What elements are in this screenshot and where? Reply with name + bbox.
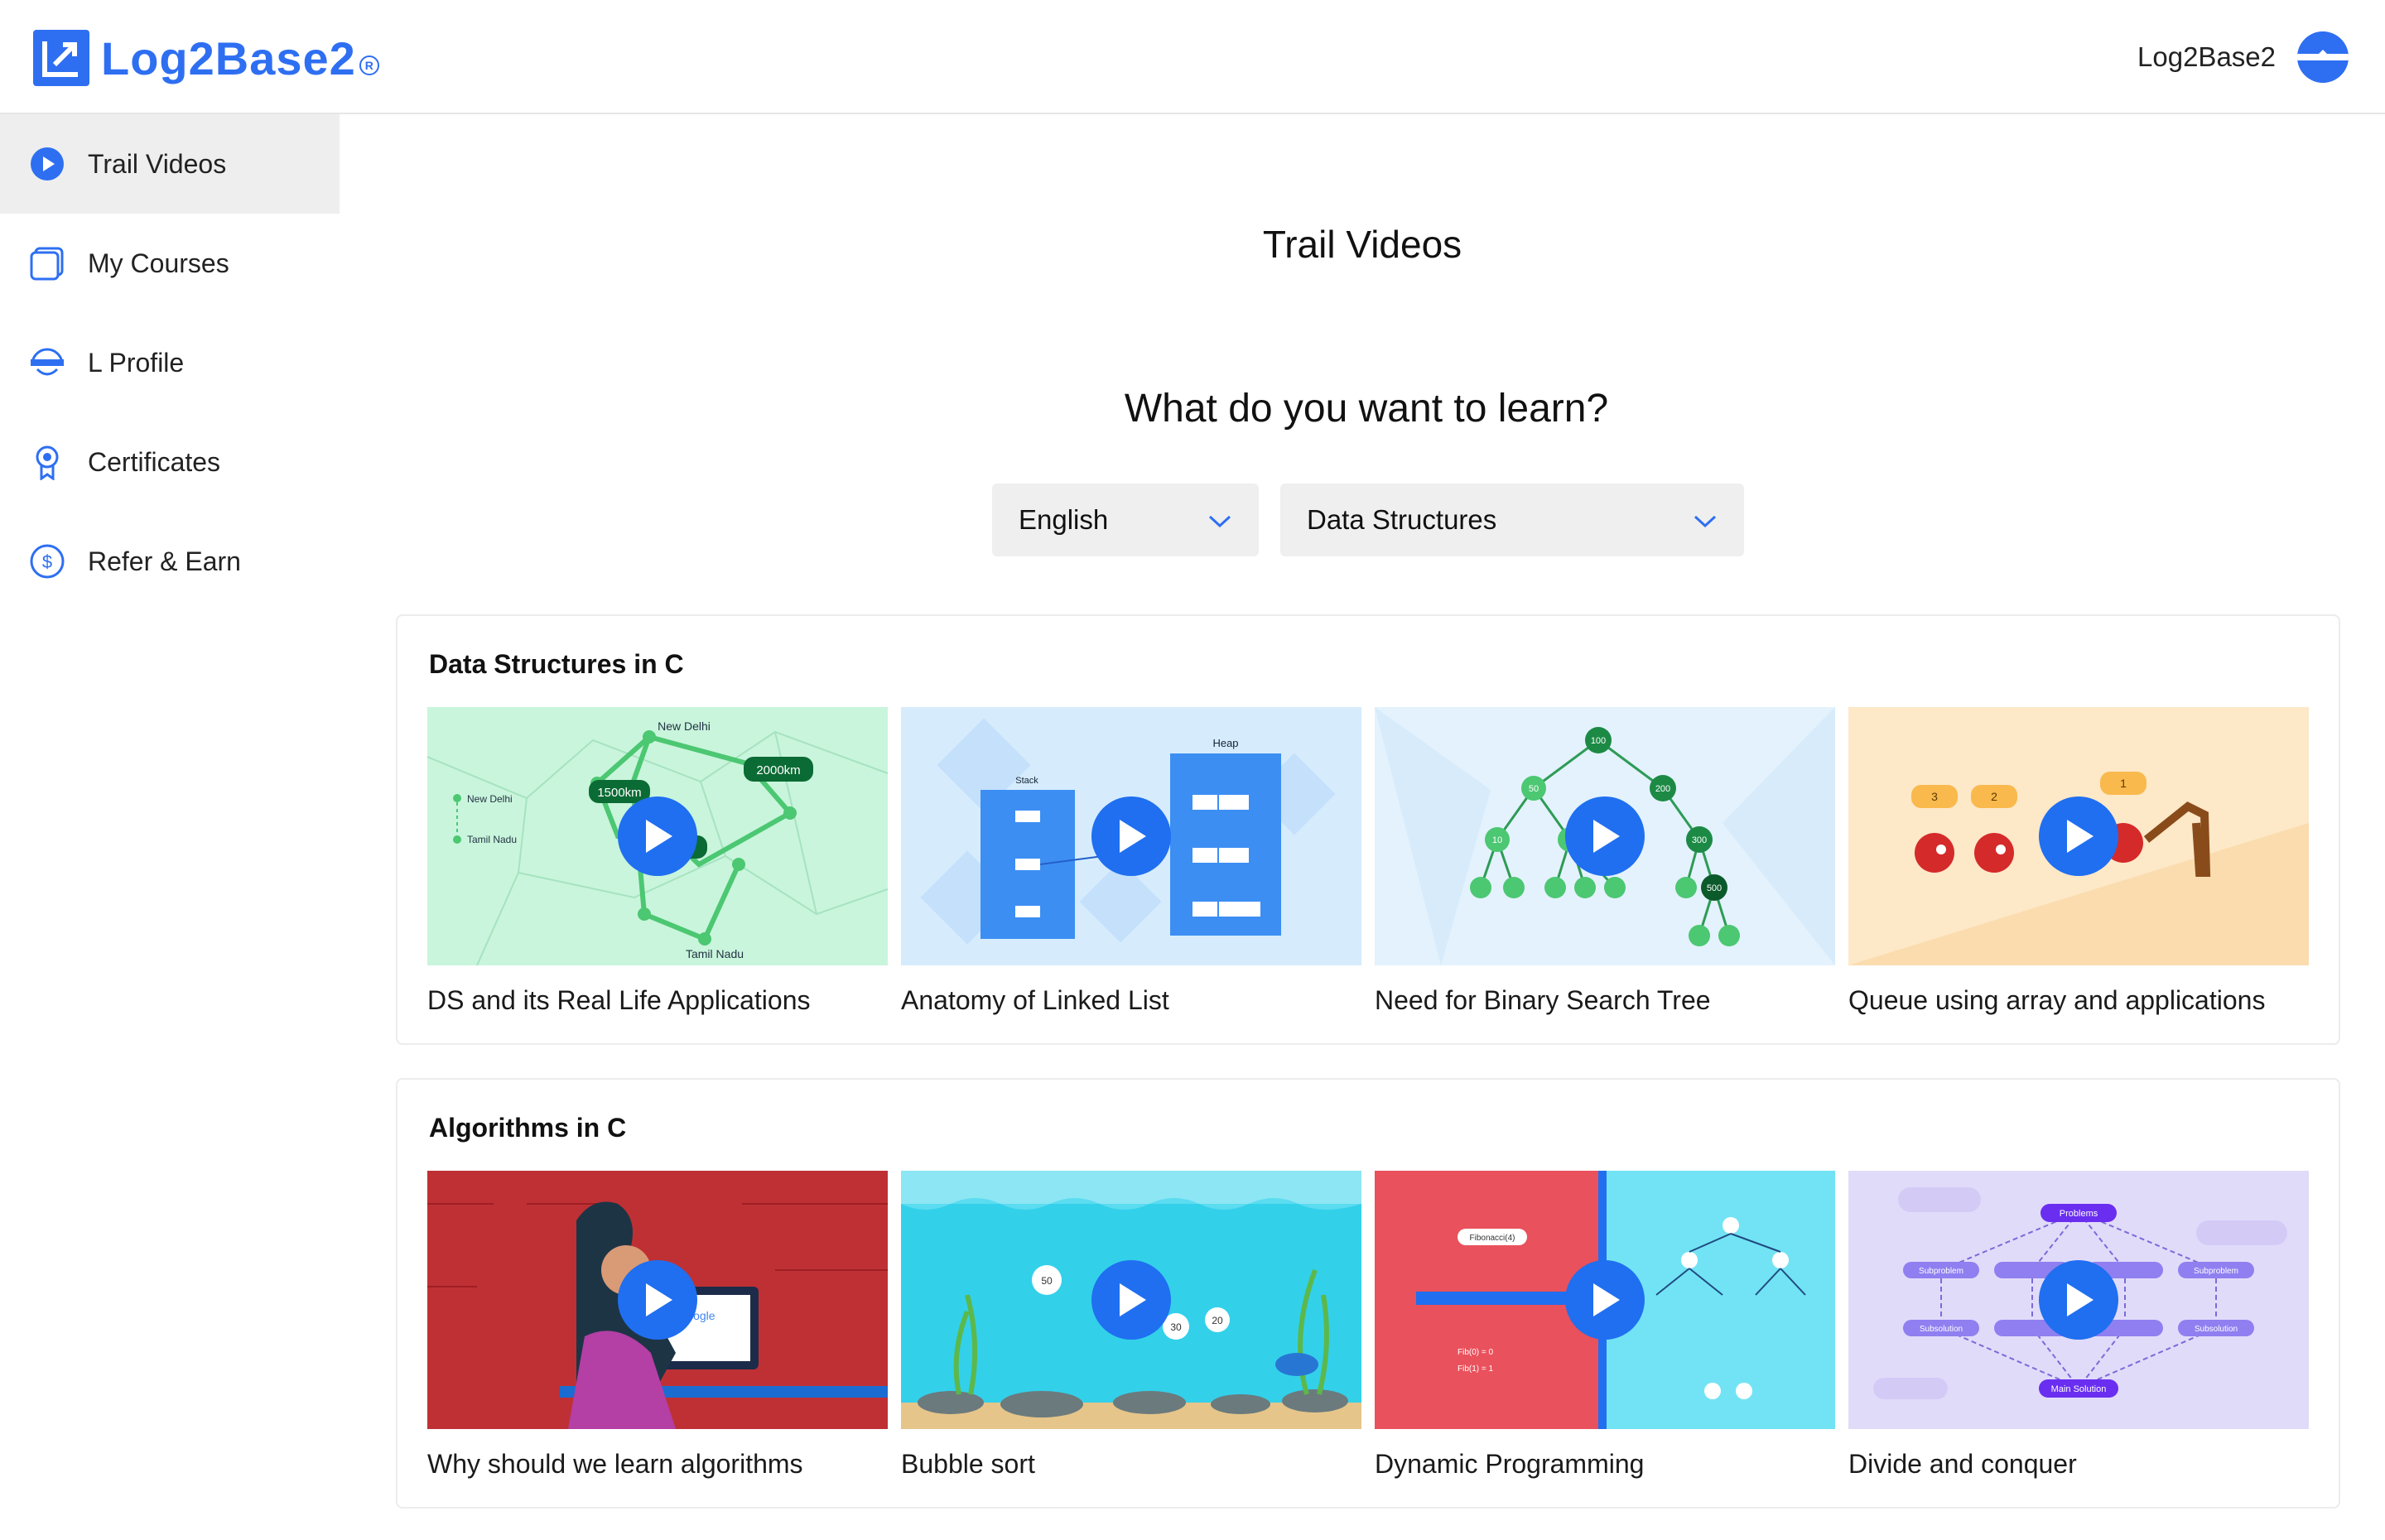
sidebar-item-refer-earn[interactable]: $ Refer & Earn bbox=[0, 512, 340, 611]
map-label-2000km: 2000km bbox=[756, 763, 800, 777]
section-algorithms: Algorithms in C Google Why should we lea… bbox=[396, 1078, 2340, 1509]
video-card[interactable]: Stack Heap Anatomy of Linked List bbox=[901, 707, 1361, 1016]
courses-icon bbox=[28, 244, 66, 282]
video-thumbnail[interactable]: Fibonacci(4) Fib(0) = 0 Fib(1) = 1 bbox=[1375, 1171, 1835, 1429]
video-thumbnail[interactable]: 3 2 1 bbox=[1848, 707, 2309, 965]
play-button[interactable] bbox=[1091, 1260, 1171, 1340]
play-button[interactable] bbox=[618, 796, 697, 876]
main-content: Trail Videos What do you want to learn? … bbox=[340, 114, 2385, 1540]
language-select-value: English bbox=[1019, 504, 1109, 535]
bubble-value-20: 20 bbox=[1212, 1315, 1223, 1326]
bst-node-100: 100 bbox=[1591, 736, 1606, 746]
queue-bubble-3: 3 bbox=[1931, 790, 1938, 803]
queue-bubble-1: 1 bbox=[2120, 777, 2127, 790]
sidebar-item-label: Trail Videos bbox=[88, 148, 227, 179]
video-card[interactable]: Google Why should we learn algorithms bbox=[427, 1171, 888, 1480]
certificate-icon bbox=[28, 443, 66, 481]
legend-city-a: New Delhi bbox=[467, 793, 513, 805]
video-thumbnail[interactable]: 1500km 2000km New Delhi Tamil Nadu New D… bbox=[427, 707, 888, 965]
learn-question: What do you want to learn? bbox=[1124, 387, 1609, 431]
bst-node-50: 50 bbox=[1529, 784, 1539, 794]
video-title[interactable]: Dynamic Programming bbox=[1375, 1449, 1835, 1480]
topic-select[interactable]: Data Structures bbox=[1280, 484, 1744, 556]
diagram-label-stack: Stack bbox=[1015, 776, 1038, 786]
profile-icon bbox=[28, 344, 66, 382]
video-title[interactable]: Need for Binary Search Tree bbox=[1375, 985, 1835, 1016]
logo[interactable]: Log2Base2 R bbox=[33, 30, 379, 86]
dc-problems-label: Problems bbox=[2060, 1209, 2098, 1219]
video-thumbnail[interactable]: Google bbox=[427, 1171, 888, 1429]
user-name: Log2Base2 bbox=[2137, 41, 2276, 72]
section-title: Algorithms in C bbox=[429, 1113, 627, 1143]
sidebar-item-trail-videos[interactable]: Trail Videos bbox=[0, 114, 340, 214]
diagram-label-heap: Heap bbox=[1212, 737, 1238, 749]
video-title[interactable]: Bubble sort bbox=[901, 1449, 1361, 1480]
page-title: Trail Videos bbox=[1262, 223, 1462, 266]
section-title: Data Structures in C bbox=[429, 649, 684, 679]
video-title[interactable]: Anatomy of Linked List bbox=[901, 985, 1361, 1016]
chevron-down-icon bbox=[1693, 504, 1718, 536]
sidebar-item-label: My Courses bbox=[88, 248, 229, 278]
video-thumbnail[interactable]: Problems Subproblem Subproblem Subsoluti… bbox=[1848, 1171, 2309, 1429]
video-title[interactable]: Queue using array and applications bbox=[1848, 985, 2309, 1016]
bubble-value-50: 50 bbox=[1041, 1275, 1053, 1287]
play-button[interactable] bbox=[1565, 796, 1645, 876]
video-card[interactable]: Fibonacci(4) Fib(0) = 0 Fib(1) = 1 Dynam… bbox=[1375, 1171, 1835, 1480]
play-button[interactable] bbox=[2039, 796, 2118, 876]
topic-select-value: Data Structures bbox=[1307, 504, 1497, 535]
video-thumbnail[interactable]: 50 30 20 bbox=[901, 1171, 1361, 1429]
video-card[interactable]: Problems Subproblem Subproblem Subsoluti… bbox=[1848, 1171, 2309, 1480]
sidebar-item-label: Certificates bbox=[88, 446, 221, 477]
queue-bubble-2: 2 bbox=[1991, 790, 1997, 803]
video-card[interactable]: 1500km 2000km New Delhi Tamil Nadu New D… bbox=[427, 707, 888, 1016]
dc-main-solution-label: Main Solution bbox=[2051, 1384, 2107, 1394]
bst-node-500: 500 bbox=[1707, 883, 1722, 893]
logo-text: Log2Base2 bbox=[101, 31, 356, 84]
sidebar-item-my-courses[interactable]: My Courses bbox=[0, 214, 340, 313]
play-button[interactable] bbox=[2039, 1260, 2118, 1340]
sidebar-item-label: L Profile bbox=[88, 347, 185, 378]
section-data-structures: Data Structures in C 1500km 2000km New D… bbox=[396, 614, 2340, 1045]
top-header: Log2Base2 R Log2Base2 bbox=[0, 0, 2385, 114]
logo-mark-icon bbox=[33, 30, 89, 86]
dollar-icon: $ bbox=[28, 542, 66, 580]
play-button[interactable] bbox=[1091, 796, 1171, 876]
bubble-value-30: 30 bbox=[1170, 1321, 1182, 1333]
video-thumbnail[interactable]: Stack Heap bbox=[901, 707, 1361, 965]
fib-base-1: Fib(1) = 1 bbox=[1458, 1364, 1494, 1374]
video-title[interactable]: Divide and conquer bbox=[1848, 1449, 2309, 1480]
registered-mark: R bbox=[359, 55, 379, 75]
video-card[interactable]: 50 30 20 Bubble sort bbox=[901, 1171, 1361, 1480]
bst-node-300: 300 bbox=[1692, 835, 1707, 845]
video-title[interactable]: Why should we learn algorithms bbox=[427, 1449, 888, 1480]
play-button[interactable] bbox=[1565, 1260, 1645, 1340]
map-label-1500km: 1500km bbox=[597, 786, 641, 800]
avatar[interactable] bbox=[2297, 31, 2349, 83]
dc-subproblem-label: Subproblem bbox=[1919, 1267, 1963, 1276]
map-label-city-top: New Delhi bbox=[658, 719, 711, 733]
video-card[interactable]: 3 2 1 Queue using array and applications bbox=[1848, 707, 2309, 1016]
dc-subsolution-label: Subsolution bbox=[1920, 1325, 1963, 1334]
svg-text:$: $ bbox=[42, 551, 52, 572]
fib-base-0: Fib(0) = 0 bbox=[1458, 1348, 1494, 1357]
bst-node-10: 10 bbox=[1492, 835, 1502, 845]
dc-subproblem-label: Subproblem bbox=[2194, 1267, 2238, 1276]
video-thumbnail[interactable]: 100 50 200 10 300 500 bbox=[1375, 707, 1835, 965]
video-card[interactable]: 100 50 200 10 300 500 Need for Binary Se… bbox=[1375, 707, 1835, 1016]
sidebar-item-l-profile[interactable]: L Profile bbox=[0, 313, 340, 412]
user-menu[interactable]: Log2Base2 bbox=[2137, 31, 2349, 83]
legend-city-b: Tamil Nadu bbox=[467, 834, 517, 845]
video-title[interactable]: DS and its Real Life Applications bbox=[427, 985, 888, 1016]
map-label-city-bottom: Tamil Nadu bbox=[686, 947, 744, 960]
sidebar-item-certificates[interactable]: Certificates bbox=[0, 412, 340, 512]
language-select[interactable]: English bbox=[992, 484, 1259, 556]
fib-call-label: Fibonacci(4) bbox=[1469, 1234, 1515, 1243]
sidebar-item-label: Refer & Earn bbox=[88, 546, 241, 576]
chevron-down-icon bbox=[1207, 504, 1232, 536]
play-button[interactable] bbox=[618, 1260, 697, 1340]
play-circle-icon bbox=[28, 145, 66, 183]
bst-node-200: 200 bbox=[1655, 784, 1670, 794]
dc-subsolution-label: Subsolution bbox=[2195, 1325, 2238, 1334]
sidebar: Trail Videos My Courses L Profile Certif… bbox=[0, 114, 340, 1540]
